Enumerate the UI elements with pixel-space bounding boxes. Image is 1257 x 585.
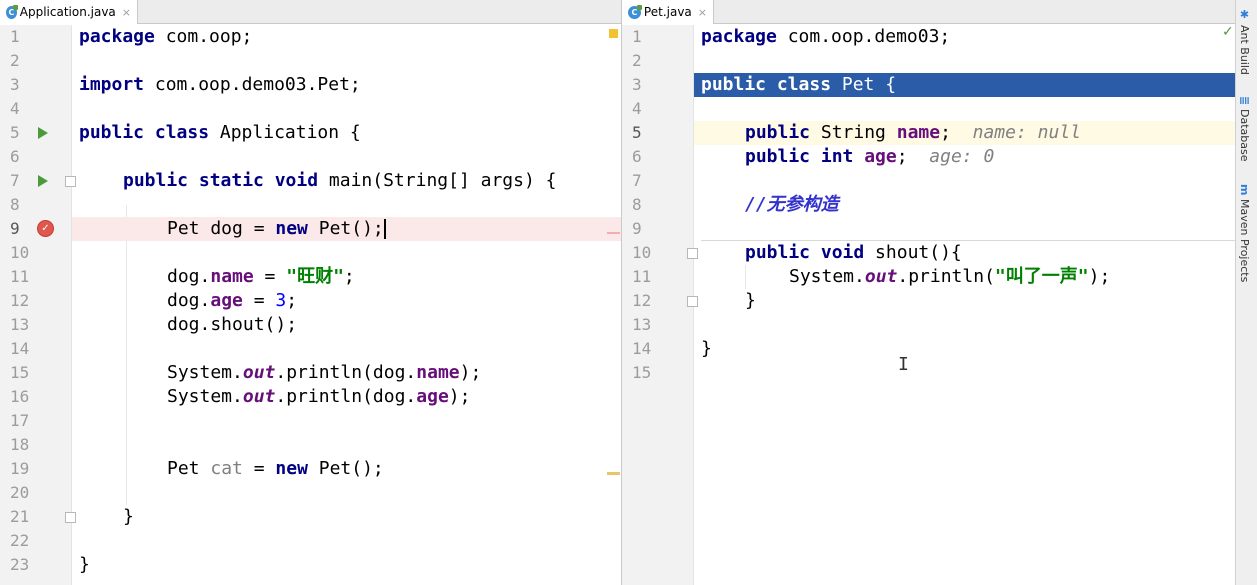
- code-line: }: [79, 554, 90, 575]
- code-line: public int age; age: 0: [745, 146, 995, 167]
- side-tool-ant-build[interactable]: ✱ Ant Build: [1238, 8, 1251, 75]
- editor-pane-application: C Application.java × 1 2 3 4 5 6 7 8 9 1…: [0, 0, 621, 585]
- left-code-area[interactable]: package com.oop; import com.oop.demo03.P…: [72, 25, 621, 585]
- code-line-breakpoint: Pet dog = new Pet();: [72, 217, 621, 241]
- line-number: 14: [632, 339, 652, 358]
- line-number: 10: [10, 243, 30, 262]
- text-caret: [383, 219, 386, 239]
- database-icon: ≣: [1238, 96, 1251, 106]
- side-tool-label: Database: [1238, 109, 1251, 162]
- line-number: 12: [10, 291, 30, 310]
- line-number: 9: [632, 219, 642, 238]
- java-class-icon: C: [6, 4, 18, 19]
- code-line: dog.shout();: [167, 314, 298, 335]
- line-number: 7: [632, 171, 642, 190]
- line-number: 1: [632, 27, 642, 46]
- code-line: }: [701, 338, 712, 359]
- line-number: 10: [632, 243, 652, 262]
- code-line: }: [745, 290, 756, 311]
- line-number: 3: [632, 75, 642, 94]
- tab-label: Pet.java: [643, 5, 692, 19]
- line-number: 6: [10, 147, 20, 166]
- line-number: 5: [10, 123, 20, 142]
- left-gutter[interactable]: 1 2 3 4 5 6 7 8 9 10 11 12 13 14 15 16 1…: [0, 25, 76, 585]
- line-number: 2: [632, 51, 642, 70]
- warning-stripe-marker[interactable]: [607, 472, 620, 475]
- code-line: package com.oop;: [79, 26, 253, 47]
- mouse-cursor-icon: I: [898, 354, 909, 375]
- line-number: 8: [10, 195, 20, 214]
- line-number: 5: [632, 123, 642, 142]
- line-number: 1: [10, 27, 20, 46]
- line-number: 15: [632, 363, 652, 382]
- side-tool-label: Maven Projects: [1238, 199, 1251, 283]
- line-number: 19: [10, 459, 30, 478]
- line-number: 23: [10, 555, 30, 574]
- inline-value-hint: age: 0: [929, 146, 995, 167]
- line-number: 14: [10, 339, 30, 358]
- code-line: }: [123, 506, 134, 527]
- line-number: 17: [10, 411, 30, 430]
- code-line: //无参构造: [745, 194, 839, 215]
- line-number: 13: [10, 315, 30, 334]
- close-icon[interactable]: ×: [122, 6, 131, 19]
- line-number: 22: [10, 531, 30, 550]
- line-number: 20: [10, 483, 30, 502]
- code-line: dog.name = "旺财";: [167, 266, 355, 287]
- line-number: 6: [632, 147, 642, 166]
- close-icon[interactable]: ×: [698, 6, 707, 19]
- tab-label: Application.java: [19, 5, 116, 19]
- line-number: 15: [10, 363, 30, 382]
- line-number: 12: [632, 291, 652, 310]
- right-tab-bar: C Pet.java ×: [622, 0, 1235, 25]
- line-number: 3: [10, 75, 20, 94]
- code-line: System.out.println("叫了一声");: [789, 266, 1111, 287]
- code-line: System.out.println(dog.name);: [167, 362, 482, 383]
- tab-application-java[interactable]: C Application.java ×: [0, 0, 138, 25]
- code-line: package com.oop.demo03;: [701, 26, 951, 47]
- run-class-icon[interactable]: [38, 127, 48, 139]
- side-tool-maven-projects[interactable]: m Maven Projects: [1238, 184, 1251, 283]
- code-line: public void shout(){: [745, 242, 962, 263]
- analysis-warning-marker[interactable]: [609, 29, 618, 38]
- line-number: 18: [10, 435, 30, 454]
- java-class-icon: C: [628, 4, 642, 19]
- code-line-selected: public class Pet {: [694, 73, 1235, 97]
- right-gutter[interactable]: 1 2 3 4 5 6 7 8 9 10 11 12 13 14 15: [622, 25, 698, 585]
- line-number: 11: [632, 267, 652, 286]
- check-icon: ✓: [1222, 24, 1234, 40]
- side-tool-label: Ant Build: [1238, 25, 1251, 75]
- right-tool-strip: ✱ Ant Build ≣ Database m Maven Projects: [1235, 0, 1257, 585]
- line-number: 2: [10, 51, 20, 70]
- ant-icon: ✱: [1238, 8, 1251, 21]
- line-number: 4: [10, 99, 20, 118]
- line-number: 11: [10, 267, 30, 286]
- code-line: dog.age = 3;: [167, 290, 298, 311]
- run-main-icon[interactable]: [38, 175, 48, 187]
- editor-pane-pet: C Pet.java × 1 2 3 4 5 6 7 8 9 10 11 12 …: [622, 0, 1235, 585]
- code-line: System.out.println(dog.age);: [167, 386, 471, 407]
- error-stripe-marker[interactable]: [607, 232, 620, 234]
- right-code-area[interactable]: package com.oop.demo03; public class Pet…: [694, 25, 1235, 585]
- line-number: 9: [10, 219, 20, 238]
- code-line: import com.oop.demo03.Pet;: [79, 74, 361, 95]
- line-number: 8: [632, 195, 642, 214]
- line-number: 4: [632, 99, 642, 118]
- line-number: 7: [10, 171, 20, 190]
- tab-pet-java[interactable]: C Pet.java ×: [622, 0, 714, 25]
- left-tab-bar: C Application.java ×: [0, 0, 621, 25]
- code-line-current: public String name; name: null: [694, 121, 1235, 145]
- code-line: Pet cat = new Pet();: [167, 458, 384, 479]
- line-number: 16: [10, 387, 30, 406]
- side-tool-database[interactable]: ≣ Database: [1238, 96, 1251, 162]
- line-number: 21: [10, 507, 30, 526]
- breakpoint-icon[interactable]: ✓: [37, 220, 54, 237]
- maven-icon: m: [1238, 184, 1251, 196]
- line-number: 13: [632, 315, 652, 334]
- code-line: public static void main(String[] args) {: [123, 170, 557, 191]
- inline-value-hint: name: null: [972, 122, 1081, 143]
- code-line: public class Application {: [79, 122, 361, 143]
